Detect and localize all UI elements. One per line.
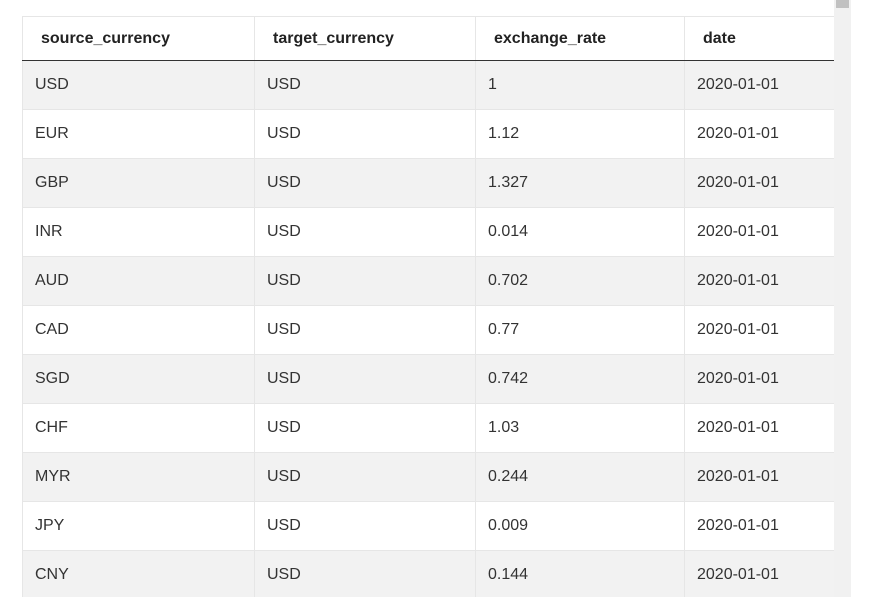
cell-source-currency: EUR: [22, 109, 255, 159]
cell-date: 2020-01-01: [684, 354, 835, 404]
cell-target-currency: USD: [254, 60, 476, 110]
cell-target-currency: USD: [254, 452, 476, 502]
cell-target-currency: USD: [254, 305, 476, 355]
cell-target-currency: USD: [254, 403, 476, 453]
cell-date: 2020-01-01: [684, 60, 835, 110]
cell-exchange-rate: 0.244: [475, 452, 685, 502]
header-row: source_currency target_currency exchange…: [22, 16, 835, 61]
table-row: JPY USD 0.009 2020-01-01: [22, 501, 835, 551]
cell-date: 2020-01-01: [684, 550, 835, 597]
cell-source-currency: CNY: [22, 550, 255, 597]
exchange-rates-table: source_currency target_currency exchange…: [22, 16, 835, 597]
cell-source-currency: CAD: [22, 305, 255, 355]
table-row: AUD USD 0.702 2020-01-01: [22, 256, 835, 306]
table-row: USD USD 1 2020-01-01: [22, 60, 835, 110]
table-row: CAD USD 0.77 2020-01-01: [22, 305, 835, 355]
cell-date: 2020-01-01: [684, 403, 835, 453]
table-row: INR USD 0.014 2020-01-01: [22, 207, 835, 257]
cell-exchange-rate: 1.12: [475, 109, 685, 159]
cell-date: 2020-01-01: [684, 256, 835, 306]
cell-exchange-rate: 1: [475, 60, 685, 110]
cell-date: 2020-01-01: [684, 158, 835, 208]
cell-source-currency: JPY: [22, 501, 255, 551]
table-row: CHF USD 1.03 2020-01-01: [22, 403, 835, 453]
cell-target-currency: USD: [254, 501, 476, 551]
cell-target-currency: USD: [254, 109, 476, 159]
table-row: GBP USD 1.327 2020-01-01: [22, 158, 835, 208]
cell-source-currency: CHF: [22, 403, 255, 453]
results-table-container: source_currency target_currency exchange…: [22, 16, 835, 597]
column-header-exchange-rate[interactable]: exchange_rate: [475, 16, 685, 61]
results-viewport: source_currency target_currency exchange…: [0, 0, 883, 597]
cell-exchange-rate: 1.327: [475, 158, 685, 208]
cell-date: 2020-01-01: [684, 305, 835, 355]
column-header-source-currency[interactable]: source_currency: [22, 16, 255, 61]
table-row: EUR USD 1.12 2020-01-01: [22, 109, 835, 159]
table-row: CNY USD 0.144 2020-01-01: [22, 550, 835, 597]
cell-target-currency: USD: [254, 207, 476, 257]
table-row: MYR USD 0.244 2020-01-01: [22, 452, 835, 502]
cell-date: 2020-01-01: [684, 109, 835, 159]
table-row: SGD USD 0.742 2020-01-01: [22, 354, 835, 404]
cell-source-currency: INR: [22, 207, 255, 257]
cell-source-currency: AUD: [22, 256, 255, 306]
cell-exchange-rate: 0.144: [475, 550, 685, 597]
scrollbar-thumb[interactable]: [836, 0, 849, 8]
cell-exchange-rate: 0.014: [475, 207, 685, 257]
cell-target-currency: USD: [254, 550, 476, 597]
cell-target-currency: USD: [254, 158, 476, 208]
vertical-scrollbar[interactable]: [834, 0, 851, 597]
cell-exchange-rate: 0.77: [475, 305, 685, 355]
cell-exchange-rate: 0.742: [475, 354, 685, 404]
cell-source-currency: USD: [22, 60, 255, 110]
cell-target-currency: USD: [254, 354, 476, 404]
cell-exchange-rate: 1.03: [475, 403, 685, 453]
cell-exchange-rate: 0.009: [475, 501, 685, 551]
column-header-target-currency[interactable]: target_currency: [254, 16, 476, 61]
column-header-date[interactable]: date: [684, 16, 835, 61]
cell-target-currency: USD: [254, 256, 476, 306]
cell-date: 2020-01-01: [684, 452, 835, 502]
table-body: USD USD 1 2020-01-01 EUR USD 1.12 2020-01-01 GBP…: [22, 60, 835, 597]
table-header: source_currency target_currency exchange…: [22, 16, 835, 61]
cell-source-currency: SGD: [22, 354, 255, 404]
cell-source-currency: MYR: [22, 452, 255, 502]
cell-source-currency: GBP: [22, 158, 255, 208]
cell-date: 2020-01-01: [684, 207, 835, 257]
cell-date: 2020-01-01: [684, 501, 835, 551]
cell-exchange-rate: 0.702: [475, 256, 685, 306]
